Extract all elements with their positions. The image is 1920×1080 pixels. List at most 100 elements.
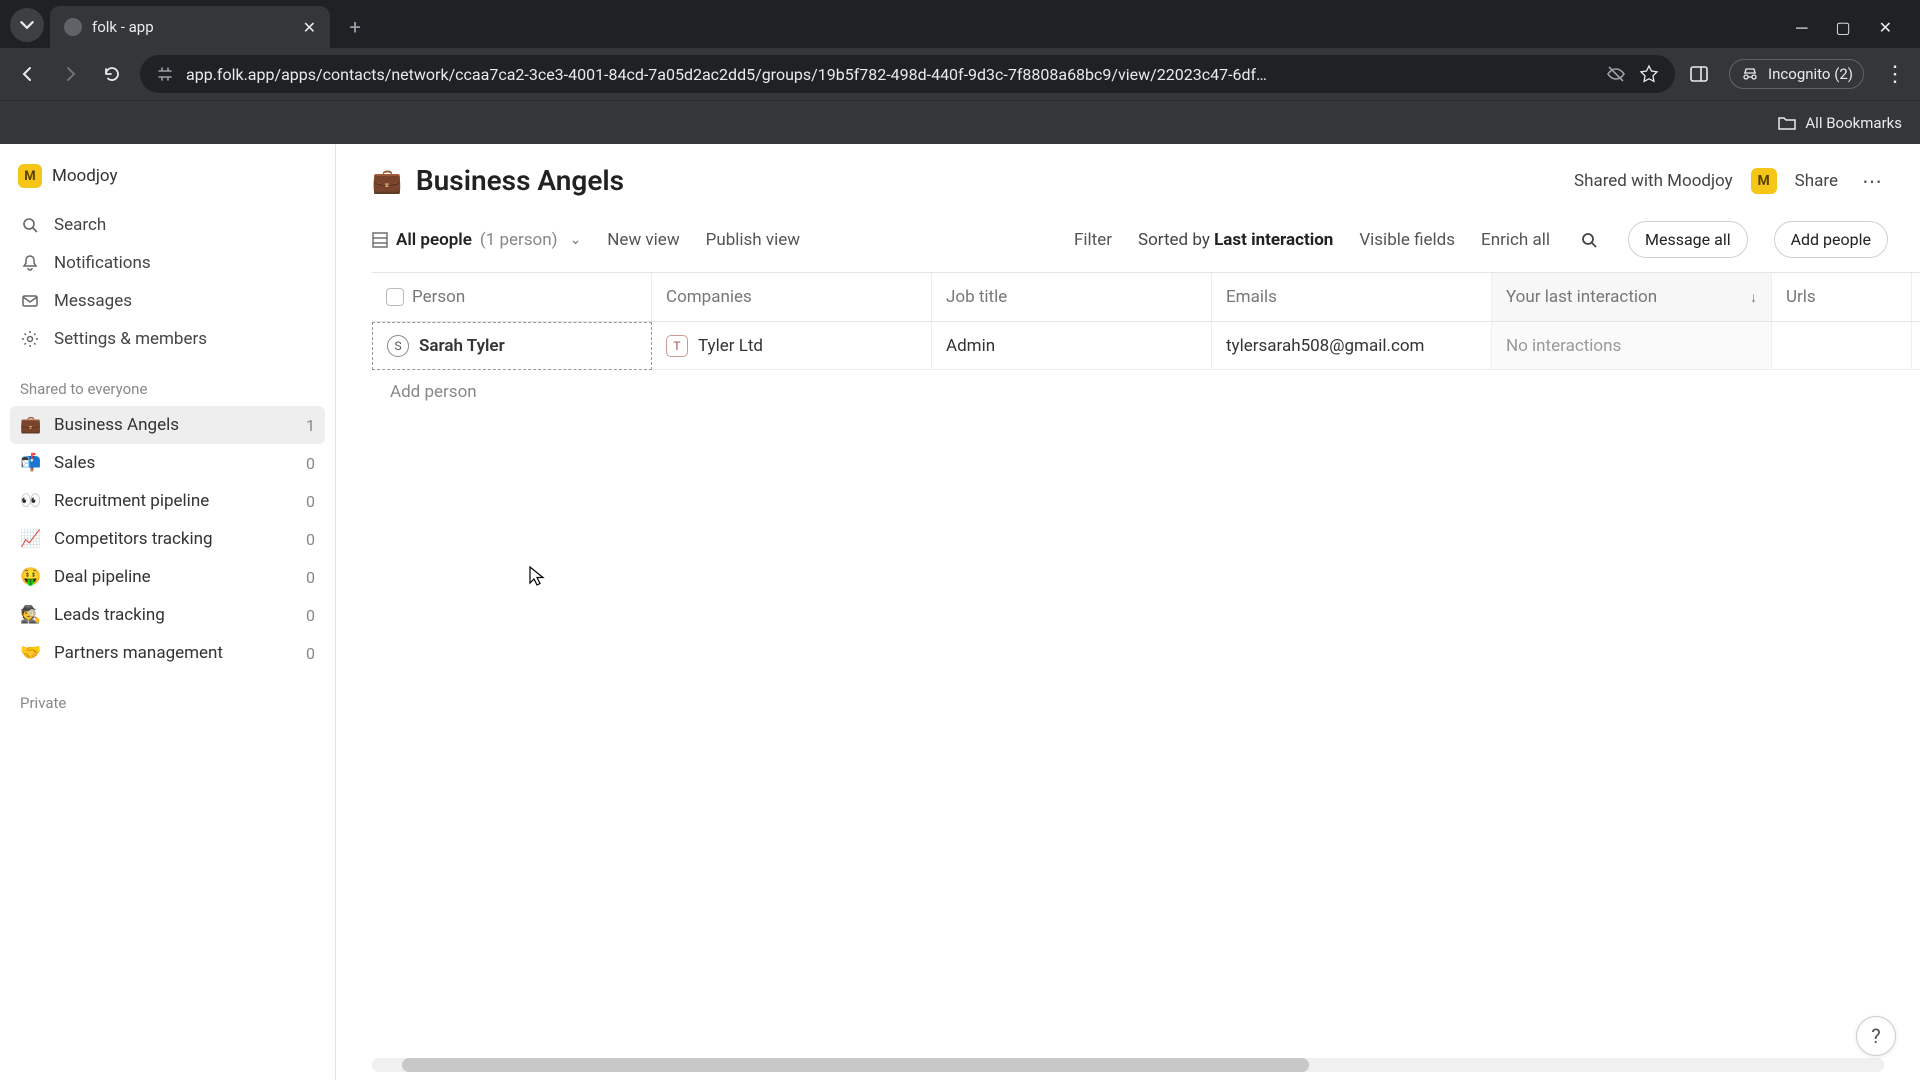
sidebar-group-item[interactable]: 📬 Sales 0: [10, 444, 325, 482]
chevron-down-icon: ⌄: [570, 232, 582, 248]
person-name: Sarah Tyler: [419, 336, 505, 356]
sidebar-group-item[interactable]: 🤑 Deal pipeline 0: [10, 558, 325, 596]
view-count: (1 person): [480, 230, 558, 250]
tab-title: folk - app: [92, 18, 154, 36]
add-people-button[interactable]: Add people: [1774, 221, 1888, 258]
column-header-companies[interactable]: Companies: [652, 273, 932, 322]
group-label: Leads tracking: [54, 605, 165, 625]
sidebar-messages[interactable]: Messages: [10, 282, 325, 320]
sidebar-search[interactable]: Search: [10, 206, 325, 244]
company-badge: T: [666, 335, 688, 357]
group-emoji: 👀: [20, 491, 42, 511]
workspace-badge: M: [18, 164, 42, 188]
forward-button[interactable]: [56, 60, 84, 88]
browser-menu-button[interactable]: ⋮: [1884, 62, 1906, 87]
cell-last-interaction[interactable]: No interactions: [1492, 322, 1772, 370]
browser-tab[interactable]: folk - app ✕: [50, 6, 330, 48]
cell-person[interactable]: S Sarah Tyler: [372, 322, 652, 370]
publish-view-button[interactable]: Publish view: [706, 230, 800, 250]
maximize-button[interactable]: ▢: [1835, 18, 1850, 38]
sidebar-group-item[interactable]: 🤝 Partners management 0: [10, 634, 325, 672]
group-label: Deal pipeline: [54, 567, 151, 587]
search-icon: [20, 215, 40, 235]
sidebar-group-item[interactable]: 👀 Recruitment pipeline 0: [10, 482, 325, 520]
horizontal-scrollbar[interactable]: [372, 1058, 1884, 1072]
column-header-person[interactable]: Person: [372, 273, 652, 322]
arrow-left-icon: [18, 64, 38, 84]
workspace-switcher[interactable]: M Moodjoy: [10, 158, 325, 194]
group-label: Business Angels: [54, 415, 179, 435]
sidebar-group-item[interactable]: 🕵️ Leads tracking 0: [10, 596, 325, 634]
column-header-last-interaction[interactable]: Your last interaction ↓: [1492, 273, 1772, 322]
group-emoji: 📈: [20, 529, 42, 549]
group-emoji: 🤝: [20, 643, 42, 663]
star-icon[interactable]: [1639, 64, 1659, 84]
sidebar-item-label: Notifications: [54, 253, 151, 273]
group-emoji: 🕵️: [20, 605, 42, 625]
enrich-all-button[interactable]: Enrich all: [1481, 230, 1550, 250]
add-person-button[interactable]: Add person: [372, 370, 1920, 414]
group-count: 1: [306, 416, 315, 435]
workspace-name: Moodjoy: [52, 166, 118, 186]
close-window-button[interactable]: ✕: [1879, 18, 1892, 38]
search-in-view-button[interactable]: [1576, 227, 1602, 253]
sidebar-settings[interactable]: Settings & members: [10, 320, 325, 358]
eye-off-icon[interactable]: [1605, 63, 1627, 85]
group-label: Partners management: [54, 643, 223, 663]
mail-icon: [20, 291, 40, 311]
view-name: All people: [396, 230, 472, 250]
column-header-job-title[interactable]: Job title: [932, 273, 1212, 322]
window-controls: ─ ▢ ✕: [1796, 18, 1910, 48]
new-tab-button[interactable]: +: [338, 10, 372, 44]
message-all-button[interactable]: Message all: [1628, 221, 1748, 258]
minimize-button[interactable]: ─: [1796, 18, 1807, 38]
url-input[interactable]: app.folk.app/apps/contacts/network/ccaa7…: [140, 55, 1675, 93]
sort-button[interactable]: Sorted by Last interaction: [1138, 230, 1333, 250]
add-column-button[interactable]: +: [1912, 273, 1920, 322]
column-header-emails[interactable]: Emails: [1212, 273, 1492, 322]
bell-icon: [20, 253, 40, 273]
view-toolbar: All people (1 person) ⌄ New view Publish…: [336, 215, 1920, 272]
bookmarks-bar: All Bookmarks: [0, 100, 1920, 144]
cell-urls[interactable]: [1772, 322, 1912, 370]
cell-email[interactable]: tylersarah508@gmail.com: [1212, 322, 1492, 370]
share-button[interactable]: Share: [1795, 171, 1838, 191]
sidebar-section-shared: Shared to everyone: [10, 380, 325, 406]
filter-button[interactable]: Filter: [1074, 230, 1112, 250]
incognito-indicator[interactable]: Incognito (2): [1729, 59, 1864, 89]
group-count: 0: [306, 530, 315, 549]
page-title: Business Angels: [416, 164, 624, 197]
view-picker[interactable]: All people (1 person) ⌄: [372, 230, 581, 250]
data-table: Person Companies Job title Emails Your l…: [372, 272, 1920, 414]
table-icon: [372, 232, 388, 248]
tab-search-button[interactable]: [10, 8, 44, 42]
tab-close-button[interactable]: ✕: [303, 18, 316, 37]
help-button[interactable]: ?: [1856, 1016, 1896, 1056]
tab-bar: folk - app ✕ + ─ ▢ ✕: [0, 0, 1920, 48]
cell-job-title[interactable]: Admin: [932, 322, 1212, 370]
addr-actions: Incognito (2) ⋮: [1689, 59, 1906, 89]
sidebar-group-item[interactable]: 💼 Business Angels 1: [10, 406, 325, 444]
arrow-right-icon: [60, 64, 80, 84]
scrollbar-thumb[interactable]: [402, 1058, 1309, 1072]
sidebar-notifications[interactable]: Notifications: [10, 244, 325, 282]
shared-with-label[interactable]: Shared with Moodjoy: [1574, 171, 1733, 191]
table-scroll[interactable]: Person Companies Job title Emails Your l…: [336, 272, 1920, 1080]
side-panel-icon[interactable]: [1689, 64, 1709, 84]
site-settings-icon[interactable]: [156, 65, 174, 83]
gear-icon: [20, 329, 40, 349]
browser-chrome: folk - app ✕ + ─ ▢ ✕ app.folk.app/apps/c…: [0, 0, 1920, 144]
chevron-down-icon: [20, 18, 34, 32]
new-view-button[interactable]: New view: [607, 230, 679, 250]
all-bookmarks-link[interactable]: All Bookmarks: [1805, 114, 1902, 132]
cell-company[interactable]: T Tyler Ltd: [652, 322, 932, 370]
folder-icon: [1777, 113, 1797, 133]
reload-button[interactable]: [98, 60, 126, 88]
column-header-urls[interactable]: Urls: [1772, 273, 1912, 322]
sidebar-group-item[interactable]: 📈 Competitors tracking 0: [10, 520, 325, 558]
visible-fields-button[interactable]: Visible fields: [1359, 230, 1455, 250]
back-button[interactable]: [14, 60, 42, 88]
select-all-checkbox[interactable]: [386, 288, 404, 306]
more-menu-button[interactable]: ⋯: [1856, 165, 1888, 197]
incognito-icon: [1740, 64, 1760, 84]
